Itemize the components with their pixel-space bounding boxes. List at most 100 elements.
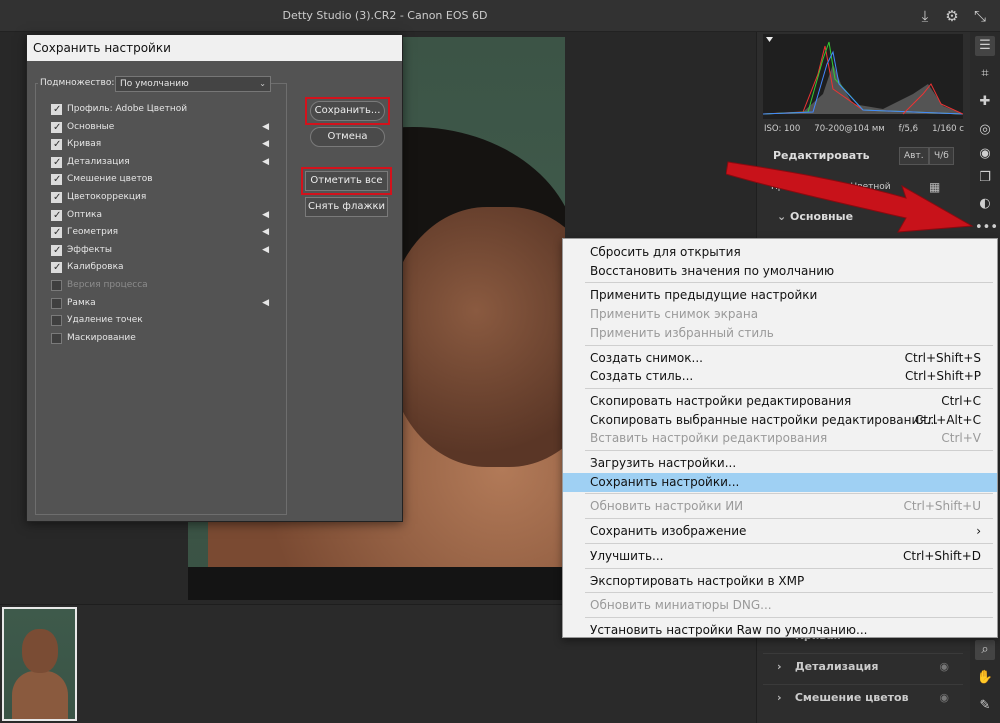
eye-icon[interactable]: ◉ [939, 685, 949, 711]
setting-checkbox-row[interactable]: Геометрия ◀ [51, 226, 269, 242]
redeye-icon[interactable]: ◉ [975, 144, 995, 164]
menu-shortcut: Ctrl+Shift+D [903, 548, 981, 563]
section-basic[interactable]: ⌄ Основные [765, 205, 965, 229]
eyedropper-icon[interactable]: ✎ [975, 696, 995, 716]
checkbox[interactable] [51, 244, 62, 257]
download-icon[interactable]: ⤓ [915, 6, 935, 26]
menu-item-label: Загрузить настройки... [590, 456, 737, 470]
setting-checkbox-row[interactable]: Кривая ◀ [51, 138, 269, 154]
menu-shortcut: Ctrl+C [941, 393, 981, 408]
checkbox[interactable] [51, 191, 62, 204]
expand-triangle-icon[interactable]: ◀ [262, 244, 269, 257]
context-menu: Сбросить для открытия Восстановить значен… [562, 238, 998, 638]
expand-triangle-icon[interactable]: ◀ [262, 156, 269, 169]
edit-header: Редактировать Авт. Ч/б [765, 144, 965, 168]
histogram [763, 34, 963, 119]
setting-checkbox-row[interactable]: Детализация ◀ [51, 156, 269, 172]
menu-item[interactable]: Установить настройки Raw по умолчанию... [563, 621, 997, 640]
menu-item: Вставить настройки редактирования Ctrl+V [563, 429, 997, 448]
uncheck-all-button[interactable]: Снять флажки [305, 197, 388, 217]
crop-icon[interactable]: ⌗ [975, 64, 995, 84]
submenu-chevron-icon: › [976, 524, 981, 539]
section-detail[interactable]: › Детализация ◉ [763, 653, 963, 679]
menu-item[interactable]: Создать снимок... Ctrl+Shift+S [563, 349, 997, 368]
expand-triangle-icon[interactable]: ◀ [262, 121, 269, 134]
expand-triangle-icon[interactable]: ◀ [262, 226, 269, 239]
checkbox[interactable] [51, 121, 62, 134]
profile-row[interactable]: Профиль Adobe Цветной ▦ [771, 178, 966, 198]
menu-item[interactable]: Сохранить настройки... [563, 472, 997, 492]
camera-info: ISO: 100 70-200@104 мм f/5,6 1/160 с [757, 120, 971, 138]
menu-item[interactable]: Загрузить настройки... [563, 454, 997, 473]
eye-icon[interactable]: ◉ [939, 654, 949, 680]
sliders-icon[interactable]: ☰ [975, 36, 995, 56]
checkbox[interactable] [51, 261, 62, 274]
gear-icon[interactable]: ⚙ [942, 6, 962, 26]
menu-item[interactable]: Скопировать выбранные настройки редактир… [563, 411, 997, 430]
menu-item-label: Установить настройки Raw по умолчанию... [590, 622, 868, 637]
expand-triangle-icon[interactable]: ◀ [262, 138, 269, 151]
presets-icon[interactable]: ❐ [975, 168, 995, 188]
setting-checkbox-row[interactable]: Цветокоррекция [51, 191, 269, 207]
menu-item-label: Улучшить... [590, 548, 664, 563]
checkbox[interactable] [51, 315, 62, 327]
heal-icon[interactable]: ✚ [975, 92, 995, 112]
checkbox[interactable] [51, 332, 62, 344]
checkbox[interactable] [51, 226, 62, 239]
menu-item[interactable]: Восстановить значения по умолчанию [563, 262, 997, 281]
menu-item[interactable]: Применить предыдущие настройки [563, 286, 997, 305]
menu-item-label: Скопировать настройки редактирования [590, 393, 852, 408]
setting-checkbox-row[interactable]: Оптика ◀ [51, 209, 269, 225]
setting-checkbox-row[interactable]: Калибровка [51, 261, 269, 277]
menu-item-label: Обновить миниатюры DNG... [590, 598, 772, 613]
menu-item: Применить снимок экрана [563, 305, 997, 324]
checkbox[interactable] [51, 138, 62, 151]
checkbox[interactable] [51, 173, 62, 186]
menu-separator [585, 567, 993, 569]
shrink-icon[interactable]: ⤡ [970, 6, 990, 26]
hand-icon[interactable]: ✋ [975, 668, 995, 688]
menu-item-label: Применить предыдущие настройки [590, 288, 818, 303]
setting-checkbox-row[interactable]: Основные ◀ [51, 121, 269, 137]
menu-item-label: Применить избранный стиль [590, 325, 774, 340]
menu-shortcut: Ctrl+V [941, 431, 981, 446]
section-color-mixer-label: Смешение цветов [794, 691, 909, 704]
setting-checkbox-row[interactable]: Маскирование [51, 332, 269, 348]
setting-checkbox-row[interactable]: Рамка ◀ [51, 297, 269, 313]
cancel-button[interactable]: Отмена [310, 127, 385, 147]
setting-checkbox-row[interactable]: Удаление точек [51, 314, 269, 330]
setting-checkbox-row[interactable]: Эффекты ◀ [51, 244, 269, 260]
checkbox[interactable] [51, 103, 62, 116]
menu-item: Обновить настройки ИИ Ctrl+Shift+U [563, 497, 997, 516]
menu-item[interactable]: Сохранить изображение › [563, 522, 997, 541]
bw-button[interactable]: Ч/б [929, 147, 954, 165]
menu-item[interactable]: Сбросить для открытия [563, 243, 997, 262]
checkbox[interactable] [51, 297, 62, 309]
setting-checkbox-row[interactable]: Смешение цветов [51, 173, 269, 189]
menu-item[interactable]: Экспортировать настройки в XMP [563, 572, 997, 591]
zoom-icon[interactable]: ⌕ [975, 640, 995, 660]
setting-checkbox-row[interactable]: Профиль: Adobe Цветной [51, 103, 269, 119]
checkbox[interactable] [51, 209, 62, 222]
menu-item[interactable]: Скопировать настройки редактирования Ctrl… [563, 392, 997, 411]
more-icon[interactable]: ••• [975, 218, 998, 238]
chevron-right-icon: › [777, 660, 782, 673]
checkbox-label: Основные [67, 121, 115, 132]
menu-separator [585, 387, 993, 389]
thumbnail-body [12, 671, 68, 719]
camera-raw-window: Detty Studio (3).CR2 - Canon EOS 6D ⤓ ⚙ … [0, 0, 1000, 723]
profile-browse-icon[interactable]: ▦ [929, 180, 940, 194]
mask-circle-icon[interactable]: ◎ [975, 120, 995, 140]
setting-checkbox-row: Версия процесса [51, 279, 269, 295]
save-settings-dialog: Сохранить настройки Подмножество: По умо… [26, 34, 403, 522]
expand-triangle-icon[interactable]: ◀ [262, 209, 269, 222]
menu-item[interactable]: Создать стиль... Ctrl+Shift+P [563, 367, 997, 386]
auto-button[interactable]: Авт. [899, 147, 929, 165]
expand-triangle-icon[interactable]: ◀ [262, 297, 269, 310]
mask-icon[interactable]: ◐ [975, 194, 995, 214]
menu-item[interactable]: Улучшить... Ctrl+Shift+D [563, 547, 997, 566]
checkbox[interactable] [51, 156, 62, 169]
subset-dropdown[interactable]: По умолчанию ⌄ [115, 76, 271, 92]
section-color-mixer[interactable]: › Смешение цветов ◉ [763, 684, 963, 710]
filmstrip-thumbnail[interactable] [2, 607, 77, 721]
